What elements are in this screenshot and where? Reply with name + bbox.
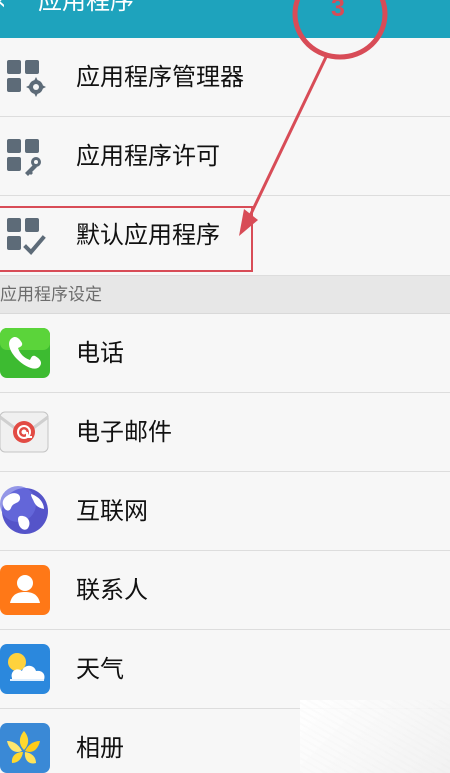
- app-permission-key-icon: [7, 139, 41, 176]
- row-label: 电话: [76, 339, 124, 367]
- app-row-contacts[interactable]: 联系人: [0, 551, 450, 630]
- default-apps-highlight-box: [0, 206, 253, 272]
- app-settings-section-header: 应用程序设定: [0, 276, 450, 314]
- app-row-email[interactable]: 电子邮件: [0, 393, 450, 472]
- settings-row-app-manager[interactable]: 应用程序管理器: [0, 38, 450, 117]
- app-row-phone[interactable]: 电话: [0, 314, 450, 393]
- row-label: 电子邮件: [76, 418, 172, 446]
- watermark-overlay: [300, 700, 450, 773]
- app-manager-settings-icon: [7, 60, 46, 97]
- row-label: 相册: [76, 734, 124, 762]
- gallery-icon: [0, 723, 50, 773]
- app-row-internet[interactable]: 互联网: [0, 472, 450, 551]
- back-arrow-icon[interactable]: ‹: [0, 0, 14, 14]
- row-label: 应用程序管理器: [76, 63, 244, 91]
- settings-row-app-permissions[interactable]: 应用程序许可: [0, 117, 450, 196]
- phone-icon: [0, 328, 50, 378]
- app-header: ‹ 应用程序: [0, 0, 450, 38]
- contacts-icon: [0, 565, 50, 615]
- row-label: 互联网: [76, 497, 148, 525]
- section-title: 应用程序设定: [0, 285, 102, 305]
- app-settings-screen: ‹ 应用程序 应用程序管理器 应用程序许可: [0, 0, 450, 773]
- row-label: 联系人: [76, 576, 148, 604]
- app-row-weather[interactable]: 天气: [0, 630, 450, 709]
- row-label: 应用程序许可: [76, 142, 220, 170]
- internet-globe-icon: [0, 486, 48, 534]
- email-icon: [0, 411, 49, 453]
- weather-icon: [0, 644, 50, 694]
- page-title: 应用程序: [38, 0, 134, 15]
- row-label: 天气: [76, 655, 124, 683]
